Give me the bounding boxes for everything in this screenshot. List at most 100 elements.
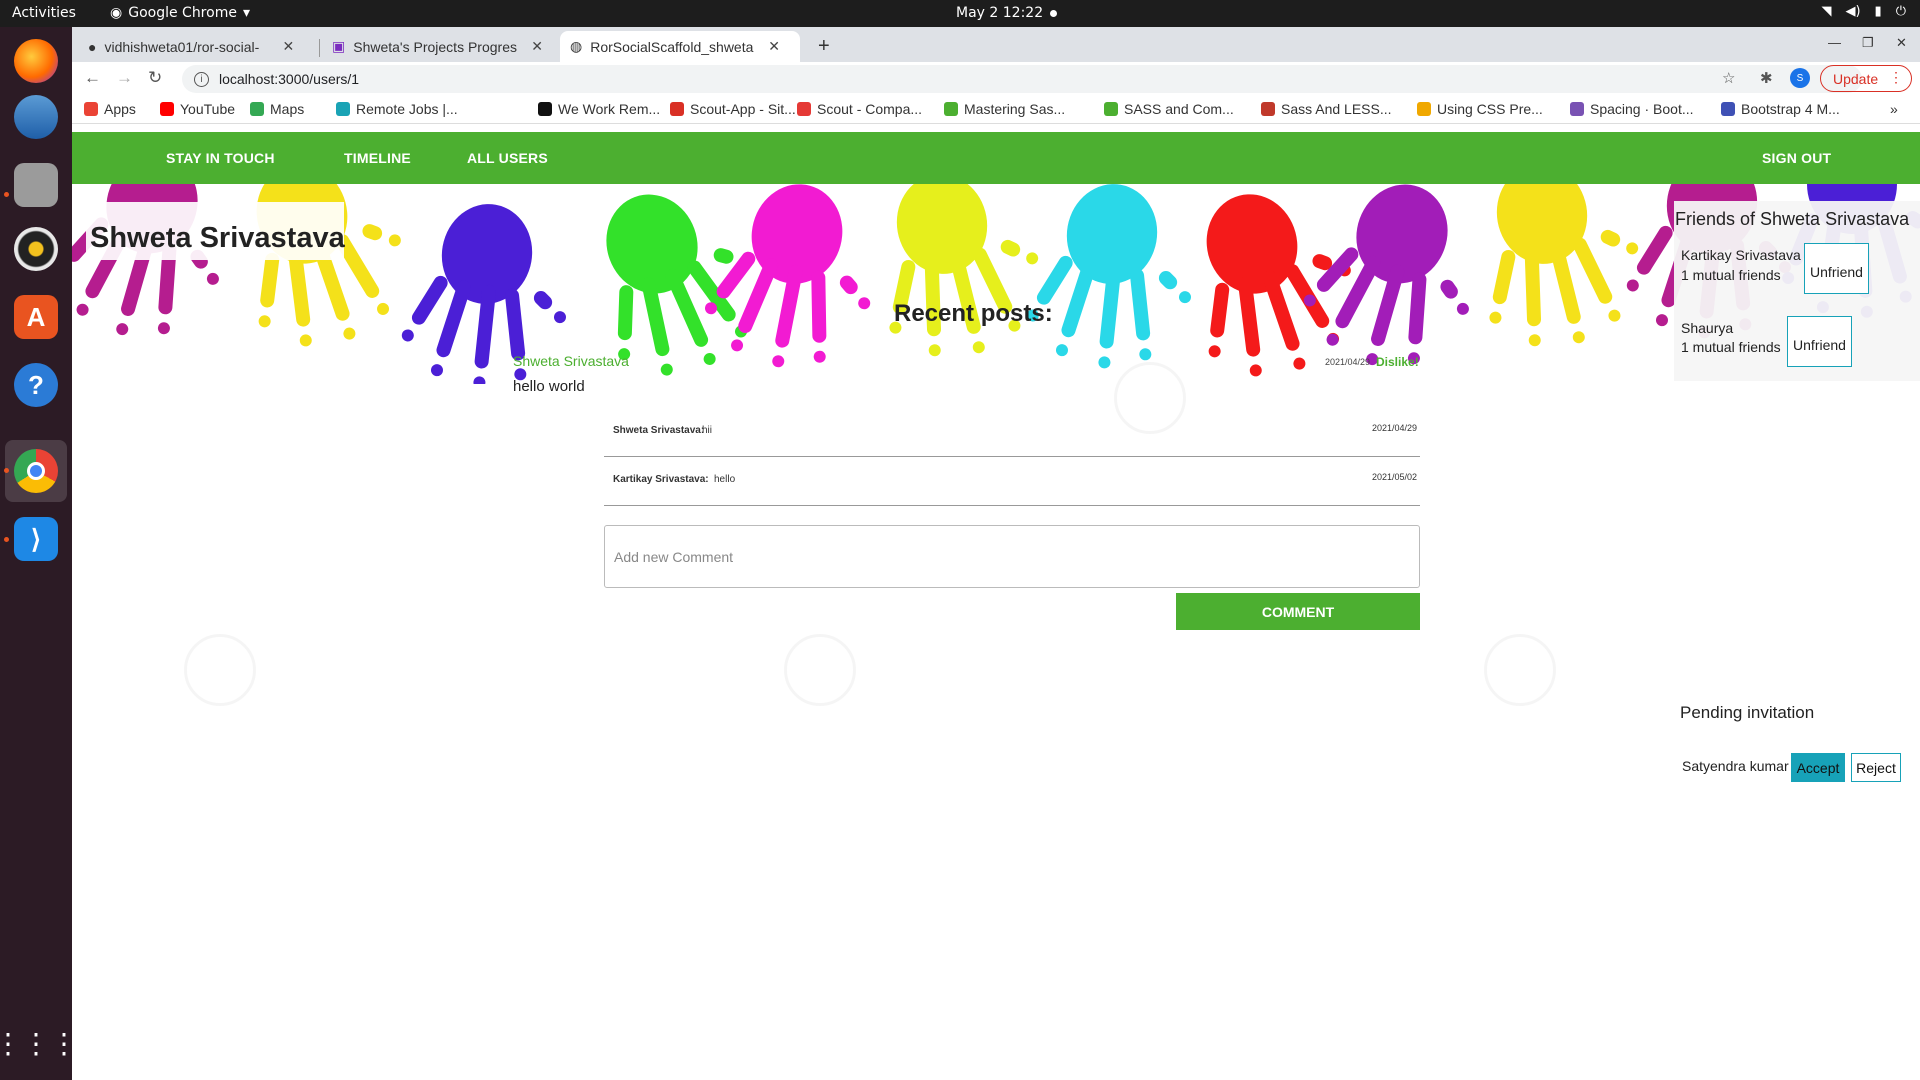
close-icon[interactable]: ✕ xyxy=(768,38,780,55)
firefox-icon[interactable] xyxy=(14,39,58,83)
watermark xyxy=(184,634,256,706)
kebab-menu-icon[interactable]: ⋮ xyxy=(1889,69,1903,86)
bookmark-label: SASS and Com... xyxy=(1124,101,1234,117)
nav-timeline[interactable]: TIMELINE xyxy=(344,150,411,166)
comment-button[interactable]: COMMENT xyxy=(1176,593,1420,630)
bookmark-item[interactable]: Mastering Sas... xyxy=(944,101,1065,117)
app-menu[interactable]: ◉ Google Chrome ▾ xyxy=(110,5,250,21)
friend-name[interactable]: Shaurya xyxy=(1681,319,1733,338)
comment-text: hii xyxy=(702,425,713,436)
unfriend-button[interactable]: Unfriend xyxy=(1804,243,1869,294)
nav-all-users[interactable]: ALL USERS xyxy=(467,150,548,166)
bookmark-item[interactable]: Scout - Compa... xyxy=(797,101,922,117)
bookmark-item[interactable]: Scout-App - Sit... xyxy=(670,101,796,117)
reload-icon[interactable]: ↻ xyxy=(148,68,162,88)
bookmark-item[interactable]: Apps xyxy=(84,101,136,117)
nav-sign-out[interactable]: SIGN OUT xyxy=(1762,150,1831,166)
tab-ror-social[interactable]: ◍ RorSocialScaffold_shweta ✕ xyxy=(560,31,800,62)
clock[interactable]: May 2 12:22 xyxy=(956,5,1043,21)
system-top-bar: Activities ◉ Google Chrome ▾ May 2 12:22… xyxy=(0,0,1920,27)
new-tab-button[interactable]: + xyxy=(808,31,840,62)
bookmark-item[interactable]: Remote Jobs |... xyxy=(336,101,458,117)
bookmark-label: Apps xyxy=(104,101,136,117)
bookmark-favicon-icon xyxy=(160,102,174,116)
accept-button[interactable]: Accept xyxy=(1791,753,1845,782)
bookmark-label: We Work Rem... xyxy=(558,101,661,117)
bookmark-label: Scout-App - Sit... xyxy=(690,101,796,117)
help-icon[interactable]: ? xyxy=(14,363,58,407)
bookmark-item[interactable]: Spacing · Boot... xyxy=(1570,101,1694,117)
update-button[interactable]: Update ⋮ xyxy=(1820,65,1912,92)
handprint xyxy=(1303,184,1469,366)
info-icon[interactable]: i xyxy=(194,71,209,87)
bookmark-item[interactable]: Sass And LESS... xyxy=(1261,101,1392,117)
handprint xyxy=(1026,184,1191,369)
restore-icon[interactable]: ❐ xyxy=(1862,35,1874,51)
thunderbird-icon[interactable] xyxy=(14,95,58,139)
bookmark-favicon-icon xyxy=(1104,102,1118,116)
comment-input[interactable] xyxy=(604,525,1420,588)
tab-title: vidhishweta01/ror-social- xyxy=(104,38,260,55)
close-icon[interactable]: ✕ xyxy=(531,38,543,55)
comment-author: Kartikay Srivastava: xyxy=(613,474,709,485)
window-close-icon[interactable]: ✕ xyxy=(1896,35,1907,51)
post-author-link[interactable]: Shweta Srivastava xyxy=(513,353,629,369)
project-board-icon: ▣ xyxy=(332,38,346,54)
handprint xyxy=(1489,184,1639,347)
bookmark-favicon-icon xyxy=(336,102,350,116)
software-center-icon[interactable]: A xyxy=(14,295,58,339)
forward-icon[interactable]: → xyxy=(116,68,133,88)
reject-button[interactable]: Reject xyxy=(1851,753,1901,782)
nav-stay-in-touch[interactable]: STAY IN TOUCH xyxy=(166,150,275,166)
volume-icon: ◀) xyxy=(1845,4,1861,19)
tab-projects[interactable]: ▣ Shweta's Projects Progres ✕ xyxy=(322,31,553,62)
bookmark-item[interactable]: Bootstrap 4 M... xyxy=(1721,101,1840,117)
back-icon[interactable]: ← xyxy=(84,68,101,88)
comment-date: 2021/04/29 xyxy=(1371,423,1417,433)
system-tray[interactable]: ◥ ◀) ▮ ⏻ xyxy=(1821,4,1906,19)
minimize-icon[interactable]: — xyxy=(1828,35,1841,50)
bookmark-favicon-icon xyxy=(1261,102,1275,116)
chrome-dock-icon[interactable] xyxy=(14,449,58,493)
bookmark-favicon-icon xyxy=(1721,102,1735,116)
unfriend-button[interactable]: Unfriend xyxy=(1787,316,1852,367)
tab-github[interactable]: ● vidhishweta01/ror-social- ✕ xyxy=(78,31,304,62)
vscode-icon[interactable]: ⟩ xyxy=(14,517,58,561)
bookmark-item[interactable]: SASS and Com... xyxy=(1104,101,1234,117)
bookmarks-overflow-icon[interactable]: » xyxy=(1890,101,1898,117)
bookmark-label: Remote Jobs |... xyxy=(356,101,458,117)
app-grid-icon[interactable]: ⋮⋮⋮ xyxy=(0,1021,78,1065)
bookmark-star-icon[interactable]: ☆ xyxy=(1722,69,1735,87)
friend-name[interactable]: Kartikay Srivastava xyxy=(1681,246,1801,265)
bookmark-favicon-icon xyxy=(797,102,811,116)
handprint xyxy=(705,184,871,368)
rhythmbox-icon[interactable] xyxy=(14,227,58,271)
files-icon[interactable] xyxy=(14,163,58,207)
profile-avatar[interactable]: S xyxy=(1790,68,1810,88)
activities-button[interactable]: Activities xyxy=(12,5,76,21)
extensions-icon[interactable]: ✱ xyxy=(1760,69,1773,87)
comment-author: Shweta Srivastava: xyxy=(613,425,705,436)
notification-dot xyxy=(1050,10,1057,17)
bookmark-item[interactable]: YouTube xyxy=(160,101,235,117)
bookmark-item[interactable]: Using CSS Pre... xyxy=(1417,101,1543,117)
app-menu-label: Google Chrome xyxy=(128,5,237,21)
site-navbar: STAY IN TOUCH TIMELINE ALL USERS SIGN OU… xyxy=(72,132,1920,184)
bookmark-item[interactable]: Maps xyxy=(250,101,304,117)
bookmark-item[interactable]: We Work Rem... xyxy=(538,101,660,117)
post-body: hello world xyxy=(513,378,585,395)
pending-invitation-name: Satyendra kumar xyxy=(1682,758,1789,774)
address-bar[interactable]: i localhost:3000/users/1 xyxy=(182,65,1862,93)
url-text: localhost:3000/users/1 xyxy=(219,71,360,87)
friend-mutual-count: 1 mutual friends xyxy=(1681,339,1781,355)
toolbar: ← → ↻ i localhost:3000/users/1 ☆ ✱ S Upd… xyxy=(72,62,1920,95)
chrome-icon: ◉ xyxy=(110,5,123,21)
close-icon[interactable]: ✕ xyxy=(282,38,294,55)
recent-posts-title: Recent posts: xyxy=(894,300,1053,327)
bookmark-label: Mastering Sas... xyxy=(964,101,1066,117)
dislike-link[interactable]: Dislike! xyxy=(1376,355,1419,369)
bookmark-label: Using CSS Pre... xyxy=(1437,101,1543,117)
running-indicator xyxy=(4,192,9,197)
dock: A ? ⟩ ⋮⋮⋮ xyxy=(0,27,78,1080)
bookmark-favicon-icon xyxy=(1417,102,1431,116)
